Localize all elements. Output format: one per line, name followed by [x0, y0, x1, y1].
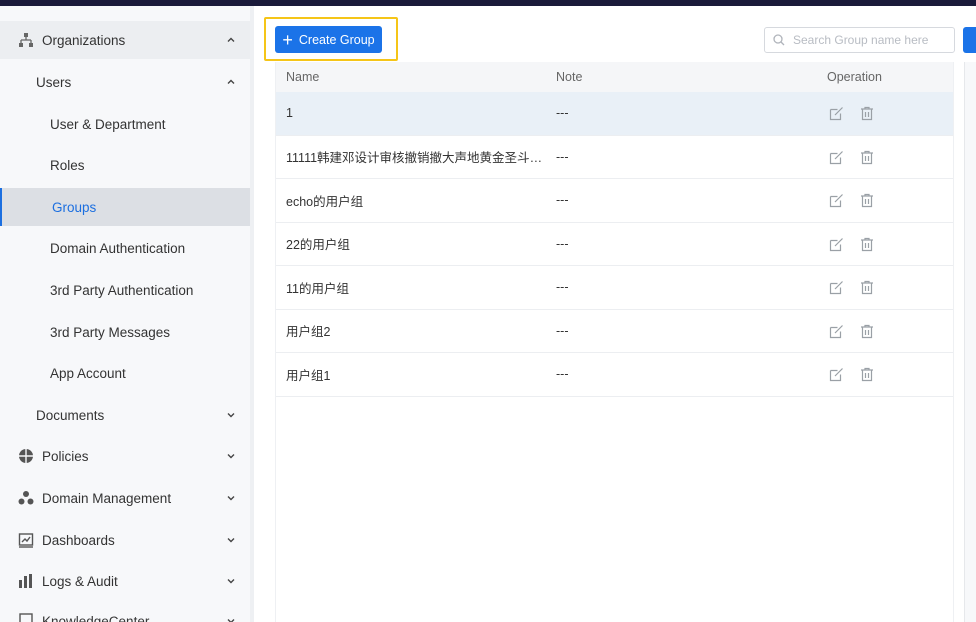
table-row[interactable]: 用户组1 ---: [276, 353, 953, 397]
table-row[interactable]: echo的用户组 ---: [276, 179, 953, 223]
group-name: 11111韩建邓设计审核撤销撤大声地黄金圣斗士大…: [286, 151, 548, 166]
sidebar-item-label: User & Department: [50, 116, 166, 132]
sidebar-item-documents[interactable]: Documents: [0, 396, 250, 434]
chevron-down-icon: [227, 538, 235, 543]
cluster-icon: [18, 491, 34, 505]
shield-icon: [19, 449, 33, 463]
table-row[interactable]: 11的用户组 ---: [276, 266, 953, 310]
table-header: Name Note Operation: [276, 62, 953, 92]
group-name: 1: [286, 106, 293, 121]
trash-icon[interactable]: [860, 106, 874, 121]
chevron-down-icon: [227, 579, 235, 584]
group-name: 用户组2: [286, 325, 331, 340]
group-name: echo的用户组: [286, 194, 364, 209]
trash-icon[interactable]: [860, 280, 874, 295]
sidebar-item-domain-management[interactable]: Domain Management: [0, 479, 250, 517]
group-note: ---: [556, 367, 569, 382]
group-note: ---: [556, 106, 569, 121]
edit-icon[interactable]: [829, 367, 844, 382]
chevron-down-icon: [227, 454, 235, 459]
book-icon: [19, 613, 33, 622]
search-input[interactable]: [793, 33, 943, 47]
group-note: ---: [556, 323, 569, 338]
trash-icon[interactable]: [860, 193, 874, 208]
group-note: ---: [556, 236, 569, 251]
sidebar-item-knowledge-center[interactable]: KnowledgeCenter: [0, 602, 250, 622]
sidebar-item-label: Groups: [52, 199, 97, 215]
sidebar-item-label: App Account: [50, 365, 126, 381]
sidebar-item-groups[interactable]: Groups: [0, 188, 250, 226]
sidebar-item-label: 3rd Party Messages: [50, 324, 171, 340]
sidebar-item-label: Roles: [50, 157, 85, 173]
edit-icon[interactable]: [829, 280, 844, 295]
create-group-label: Create Group: [298, 32, 375, 47]
add-button[interactable]: [963, 27, 976, 53]
header-operation: Operation: [827, 70, 882, 84]
sidebar: Organizations Users User & Department Ro…: [0, 6, 250, 622]
sidebar-item-label: Domain Authentication: [50, 240, 186, 256]
edit-icon[interactable]: [829, 106, 844, 121]
table-row[interactable]: 11111韩建邓设计审核撤销撤大声地黄金圣斗士大… ---: [276, 136, 953, 179]
group-note: ---: [556, 149, 569, 164]
header-note: Note: [556, 70, 583, 84]
trash-icon[interactable]: [860, 150, 874, 165]
chevron-up-icon: [227, 37, 235, 42]
edit-icon[interactable]: [829, 324, 844, 339]
sidebar-item-user-department[interactable]: User & Department: [0, 105, 250, 143]
sidebar-item-dashboards[interactable]: Dashboards: [0, 521, 250, 559]
sidebar-item-domain-authentication[interactable]: Domain Authentication: [0, 229, 250, 267]
sidebar-item-label: Logs & Audit: [42, 573, 118, 589]
group-name: 11的用户组: [286, 281, 349, 296]
edit-icon[interactable]: [829, 193, 844, 208]
sidebar-item-third-party-messages[interactable]: 3rd Party Messages: [0, 313, 250, 351]
chevron-up-icon: [227, 79, 235, 84]
table-row[interactable]: 用户组2 ---: [276, 310, 953, 353]
groups-table: Name Note Operation 1 --- 11111韩建邓设计审核撤销…: [275, 62, 954, 622]
group-name: 22的用户组: [286, 238, 350, 253]
sidebar-item-label: Policies: [42, 448, 89, 464]
org-tree-icon: [19, 33, 33, 47]
sidebar-item-users[interactable]: Users: [0, 63, 250, 101]
trash-icon[interactable]: [860, 237, 874, 252]
sidebar-item-label: Documents: [36, 407, 105, 423]
sidebar-item-label: Organizations: [42, 32, 126, 48]
table-row[interactable]: 1 ---: [276, 92, 953, 136]
plus-icon: +: [282, 29, 293, 50]
search-box[interactable]: [764, 27, 955, 53]
table-body: 1 --- 11111韩建邓设计审核撤销撤大声地黄金圣斗士大… --- echo…: [276, 92, 953, 397]
sidebar-item-label: KnowledgeCenter: [42, 613, 150, 622]
header-name: Name: [286, 70, 320, 84]
sidebar-item-label: Users: [36, 74, 72, 90]
sidebar-item-label: Domain Management: [42, 490, 172, 506]
group-note: ---: [556, 280, 569, 295]
table-row[interactable]: 22的用户组 ---: [276, 223, 953, 266]
sidebar-item-logs-audit[interactable]: Logs & Audit: [0, 562, 250, 600]
edit-icon[interactable]: [829, 237, 844, 252]
create-group-button[interactable]: + Create Group: [275, 26, 382, 53]
group-name: 用户组1: [286, 368, 331, 383]
dashboard-icon: [18, 533, 34, 548]
trash-icon[interactable]: [860, 367, 874, 382]
chevron-down-icon: [227, 413, 235, 418]
edit-icon[interactable]: [829, 150, 844, 165]
chevron-down-icon: [227, 496, 235, 501]
search-icon: [773, 34, 785, 46]
bar-chart-icon: [19, 574, 32, 588]
chevron-down-icon: [227, 619, 235, 622]
sidebar-item-label: 3rd Party Authentication: [50, 282, 194, 298]
sidebar-item-policies[interactable]: Policies: [0, 437, 250, 475]
right-panel: [964, 62, 976, 622]
sidebar-item-third-party-authentication[interactable]: 3rd Party Authentication: [0, 271, 250, 309]
sidebar-item-label: Dashboards: [42, 532, 115, 548]
groups-page: + Create Group Name Note Operation 1 ---…: [254, 6, 976, 622]
sidebar-item-roles[interactable]: Roles: [0, 146, 250, 184]
sidebar-item-app-account[interactable]: App Account: [0, 354, 250, 392]
sidebar-item-organizations[interactable]: Organizations: [0, 21, 250, 59]
group-note: ---: [556, 193, 569, 208]
trash-icon[interactable]: [860, 324, 874, 339]
